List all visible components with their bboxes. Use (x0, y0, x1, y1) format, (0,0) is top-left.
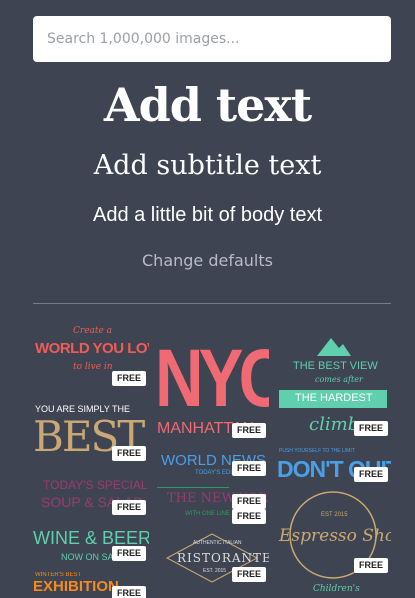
search-input[interactable] (33, 16, 391, 62)
free-badge: FREE (231, 494, 266, 509)
template-text: WITH ONE LINE (185, 511, 231, 517)
template-soup-salad[interactable]: TODAY'S SPECIAL SOUP & SALAD FREE (33, 472, 149, 520)
rule-line (157, 487, 229, 488)
template-text: THE HARDEST (295, 392, 373, 404)
template-text: EXHIBITION (33, 578, 119, 595)
template-text: to live in (73, 362, 113, 372)
template-text: NYC (155, 336, 269, 424)
add-heading-text[interactable]: Add text (0, 78, 415, 132)
template-create-world[interactable]: Create a WORLD YOU LOVE to live in FREE (33, 320, 149, 392)
free-badge: FREE (353, 421, 388, 436)
template-text: EST 2015 (321, 512, 348, 518)
mountain-icon (317, 338, 351, 356)
template-nyc[interactable]: NYC MANHATTAN FREE (155, 336, 269, 442)
template-text: AUTHENTIC ITALIAN (193, 540, 242, 546)
free-badge: FREE (111, 371, 146, 386)
divider (33, 303, 391, 304)
template-text: EST. 2015 (203, 568, 227, 574)
free-badge: FREE (231, 423, 266, 438)
template-text: Espresso Shot (279, 526, 391, 546)
template-text: WORLD YOU LOVE (35, 340, 149, 357)
free-badge: FREE (353, 558, 388, 573)
template-dont-quit[interactable]: PUSH YOURSELF TO THE LIMIT DON'T QUIT FR… (275, 446, 391, 486)
free-badge: FREE (231, 567, 266, 582)
template-wine-beer[interactable]: WINE & BEER NOW ON SALE FREE (33, 526, 149, 570)
template-ristorante[interactable]: AUTHENTIC ITALIAN RISTORANTE EST. 2015 F… (155, 530, 269, 586)
template-best-view[interactable]: THE BEST VIEW comes after THE HARDEST cl… (275, 334, 391, 440)
template-text: climb (309, 414, 360, 435)
free-badge: FREE (111, 546, 146, 561)
template-espresso[interactable]: EST 2015 Espresso Shot FREE (275, 488, 391, 582)
free-badge: FREE (231, 509, 266, 524)
free-badge: FREE (111, 586, 146, 598)
template-text: THE BEST VIEW (293, 360, 378, 372)
template-new-york[interactable]: THE NEW YORK WITH ONE LINE FREE FREE (155, 484, 269, 524)
template-text: comes after (315, 375, 363, 384)
template-text: RISTORANTE (177, 551, 269, 565)
template-exhibition[interactable]: WINTER'S BEST EXHIBITION FREE (33, 572, 149, 598)
template-childrens[interactable]: Children's (275, 584, 391, 598)
template-text: Create a (73, 326, 113, 336)
add-body-text[interactable]: Add a little bit of body text (0, 204, 415, 227)
free-badge: FREE (111, 500, 146, 515)
free-badge: FREE (231, 461, 266, 476)
template-text: Children's (313, 584, 360, 594)
add-subtitle-text[interactable]: Add subtitle text (0, 150, 415, 181)
free-badge: FREE (353, 467, 388, 482)
template-text: TODAY'S SPECIAL (43, 478, 148, 492)
template-simply-best[interactable]: YOU ARE SIMPLY THE BEST FREE (33, 402, 149, 464)
free-badge: FREE (111, 446, 146, 461)
template-text: PUSH YOURSELF TO THE LIMIT (279, 448, 355, 454)
template-world-news[interactable]: WORLD NEWS TODAY'S EDITION FREE (155, 448, 269, 482)
change-defaults-link[interactable]: Change defaults (0, 251, 415, 270)
